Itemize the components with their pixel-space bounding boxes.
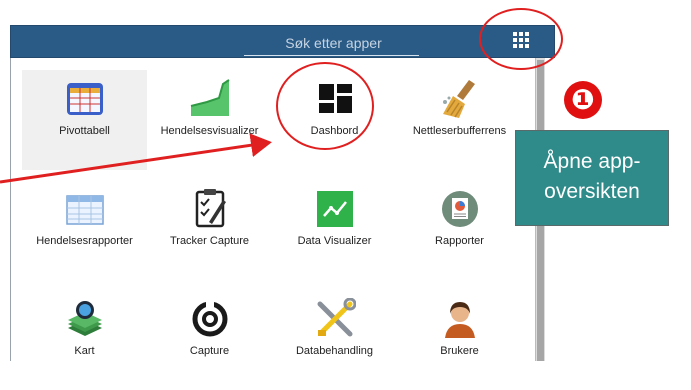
app-tile-data-visualizer[interactable]: Data Visualizer xyxy=(272,180,397,280)
app-label: Tracker Capture xyxy=(169,235,250,247)
app-label: Hendelsesvisualizer xyxy=(160,125,259,137)
app-tile-users[interactable]: Brukere xyxy=(397,290,522,390)
app-tile-reports[interactable]: Rapporter xyxy=(397,180,522,280)
capture-icon xyxy=(192,300,227,337)
app-label: Kart xyxy=(74,345,95,357)
app-tile-capture[interactable]: Capture xyxy=(147,290,272,390)
step-number-badge: ❶ xyxy=(564,81,602,119)
maps-icon xyxy=(67,301,102,336)
tracker-capture-icon xyxy=(195,189,226,228)
users-icon xyxy=(444,302,475,338)
app-label: Hendelsesrapporter xyxy=(36,235,133,247)
app-tile-cache-cleaner[interactable]: Nettleserbufferrens xyxy=(397,70,522,170)
app-search xyxy=(244,29,423,57)
app-tile-pivot-table[interactable]: Pivottabell xyxy=(22,70,147,170)
app-label: Data Visualizer xyxy=(297,235,372,247)
app-label: Capture xyxy=(189,345,230,357)
browser-cache-cleaner-icon xyxy=(442,80,475,118)
app-label: Rapporter xyxy=(435,235,484,247)
app-label: Databehandling xyxy=(295,345,374,357)
app-tile-tracker-capture[interactable]: Tracker Capture xyxy=(147,180,272,280)
app-tile-data-administration[interactable]: Databehandling xyxy=(272,290,397,390)
event-visualizer-icon xyxy=(190,79,230,116)
app-label: Brukere xyxy=(440,345,479,357)
callout-line-1: Åpne app- xyxy=(543,150,641,173)
app-tile-maps[interactable]: Kart xyxy=(22,290,147,390)
dashboard-highlight xyxy=(276,62,374,150)
callout-line-2: oversikten xyxy=(544,180,640,203)
app-search-input[interactable] xyxy=(244,29,423,57)
data-visualizer-icon xyxy=(316,191,353,227)
data-administration-icon xyxy=(317,298,356,337)
app-menu-header xyxy=(10,25,555,58)
pivot-table-icon xyxy=(66,83,103,115)
app-tile-event-visualizer[interactable]: Hendelsesvisualizer xyxy=(147,70,272,170)
app-label: Pivottabell xyxy=(59,125,110,137)
grid-button-highlight xyxy=(479,8,563,70)
instruction-callout: Åpne app- oversikten xyxy=(515,130,669,226)
reports-icon xyxy=(441,191,478,227)
app-label: Nettleserbufferrens xyxy=(412,125,507,137)
event-reports-icon xyxy=(65,195,104,225)
app-tile-event-reports[interactable]: Hendelsesrapporter xyxy=(22,180,147,280)
